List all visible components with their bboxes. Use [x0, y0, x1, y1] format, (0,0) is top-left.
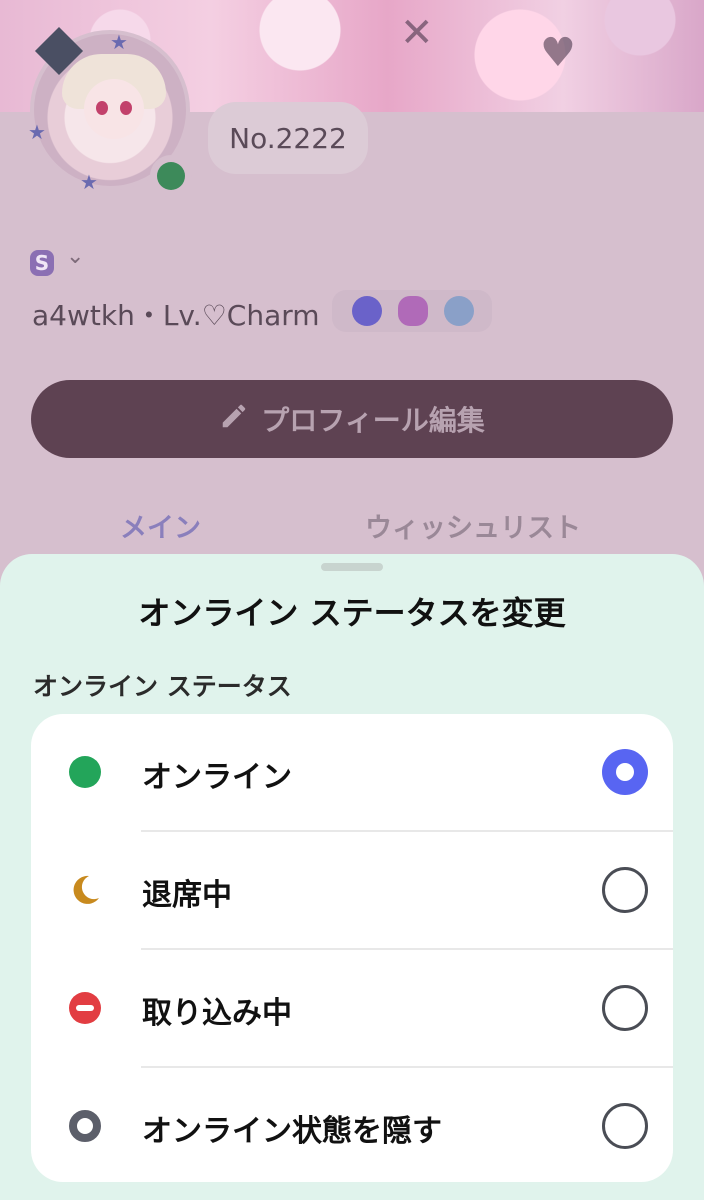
nitro-badge-icon[interactable] — [352, 296, 382, 326]
server-tag-badge[interactable]: S — [30, 250, 54, 276]
status-option-dnd[interactable]: 取り込み中 — [31, 950, 673, 1066]
invisible-ring-icon — [69, 1110, 101, 1142]
username-line: a4wtkh・Lv.♡Charm — [32, 299, 320, 332]
status-option-invisible[interactable]: オンライン状態を隠す — [31, 1068, 673, 1182]
status-bubble-text: No.2222 — [229, 121, 347, 155]
star-decoration-icon: ★ — [28, 120, 46, 144]
radio-button[interactable] — [602, 867, 648, 913]
star-decoration-icon: ★ — [80, 170, 98, 194]
status-option-label: 取り込み中 — [142, 996, 292, 1031]
radio-button[interactable] — [602, 985, 648, 1031]
status-option-idle[interactable]: 退席中 — [31, 832, 673, 948]
banner-bow-icon: ✕ — [400, 10, 434, 56]
crescent-moon-icon — [73, 875, 99, 904]
status-options-list: オンライン 退席中 取り込み中 オンライン状態を隠す — [31, 714, 673, 1182]
do-not-disturb-icon — [69, 992, 101, 1024]
tab-main[interactable]: メイン — [120, 506, 201, 545]
chevron-down-icon[interactable]: ⌄ — [66, 244, 84, 269]
section-label: オンライン ステータス — [33, 672, 292, 701]
profile-badges[interactable] — [332, 290, 492, 332]
quest-badge-icon[interactable] — [444, 296, 474, 326]
sheet-drag-handle[interactable] — [321, 563, 383, 571]
tab-wishlist[interactable]: ウィッシュリスト — [365, 506, 581, 545]
radio-button-selected[interactable] — [602, 749, 648, 795]
status-option-label: オンライン状態を隠す — [142, 1114, 442, 1149]
online-dot-icon — [69, 756, 101, 788]
banner-heart-icon: ♥ — [540, 30, 576, 76]
edit-profile-button[interactable]: プロフィール編集 — [31, 380, 673, 458]
star-decoration-icon: ★ — [110, 30, 128, 54]
edit-profile-label: プロフィール編集 — [261, 404, 485, 437]
radio-button[interactable] — [602, 1103, 648, 1149]
boost-badge-icon[interactable] — [398, 296, 428, 326]
avatar-status-online-icon — [157, 162, 185, 190]
status-option-online[interactable]: オンライン — [31, 714, 673, 830]
sheet-title: オンライン ステータスを変更 — [138, 594, 566, 632]
status-bottom-sheet: オンライン ステータスを変更 オンライン ステータス オンライン 退席中 取り込… — [0, 554, 704, 1200]
status-option-label: オンライン — [142, 760, 292, 795]
status-option-label: 退席中 — [142, 878, 232, 913]
status-bubble[interactable]: No.2222 — [208, 102, 368, 174]
pencil-icon — [219, 401, 249, 438]
